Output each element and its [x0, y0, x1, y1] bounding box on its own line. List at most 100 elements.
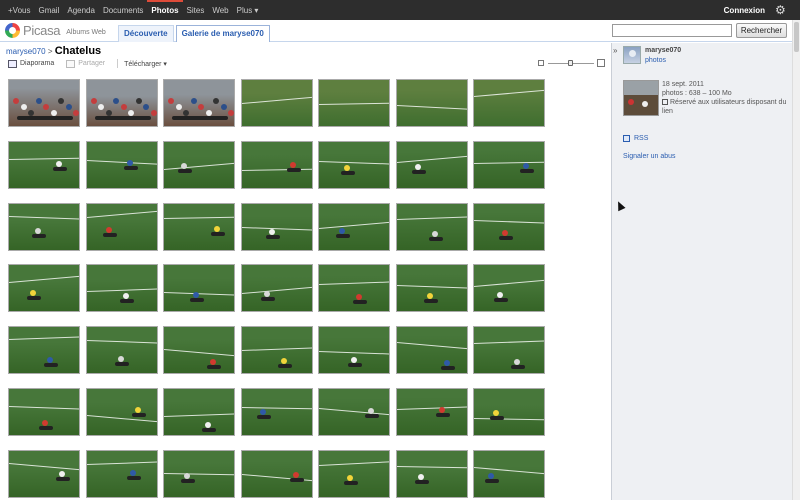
slideshow-icon: [8, 59, 17, 68]
photo-thumbnail[interactable]: [318, 202, 390, 251]
rss-icon: [623, 135, 630, 142]
photo-thumbnail[interactable]: [85, 202, 158, 251]
download-menu[interactable]: Télécharger ▾: [124, 60, 167, 68]
album-access-text: Réservé aux utilisateurs disposant du li…: [662, 99, 787, 115]
photo-thumbnail[interactable]: [395, 326, 468, 375]
photo-thumbnail[interactable]: [85, 388, 158, 436]
breadcrumb-owner-link[interactable]: maryse070: [6, 47, 46, 56]
scrollbar-thumb[interactable]: [794, 22, 799, 52]
photo-thumbnail[interactable]: [318, 264, 390, 313]
photo-thumbnail[interactable]: [473, 449, 545, 498]
logo-text: Picasa: [23, 23, 61, 38]
photo-thumbnail[interactable]: [163, 326, 235, 375]
photo-thumbnail[interactable]: [8, 140, 80, 189]
picasa-logo[interactable]: Picasa Albums Web: [5, 23, 106, 38]
photo-thumbnail[interactable]: [318, 140, 390, 189]
photo-thumbnail[interactable]: [473, 388, 545, 436]
search-input[interactable]: [612, 24, 732, 37]
owner-name[interactable]: maryse070: [645, 47, 681, 54]
topnav-item-1[interactable]: Gmail: [34, 0, 63, 20]
small-thumbnail-icon[interactable]: [538, 60, 544, 66]
photo-thumbnail[interactable]: [395, 449, 468, 498]
album-date: 18 sept. 2011: [662, 81, 704, 88]
topnav-item-7[interactable]: Plus ▾: [233, 0, 263, 20]
photo-thumbnail[interactable]: [240, 326, 313, 375]
album-stats: photos : 638 – 100 Mo: [662, 90, 732, 97]
album-meta: 18 sept. 2011 photos : 638 – 100 Mo Rése…: [662, 80, 792, 116]
photo-thumbnail[interactable]: [395, 388, 468, 436]
topnav-item-4[interactable]: Photos: [147, 0, 183, 20]
toolbar-divider: [117, 59, 119, 68]
owner-photos-link[interactable]: photos: [645, 57, 666, 64]
photo-thumbnail[interactable]: [85, 449, 158, 498]
topnav-item-6[interactable]: Web: [208, 0, 232, 20]
photo-thumbnail[interactable]: [473, 140, 545, 189]
photo-thumbnail[interactable]: [318, 326, 390, 375]
share-label: Partager: [78, 60, 106, 67]
photo-thumbnail[interactable]: [85, 326, 158, 375]
breadcrumb-separator: >: [47, 47, 53, 56]
photo-thumbnail[interactable]: [240, 264, 313, 313]
topbar-nav: +Vous Gmail Agenda Documents Photos Sites Web P…: [0, 0, 262, 20]
photo-thumbnail[interactable]: [240, 388, 313, 436]
header-tabs: Découverte Galerie de maryse070: [118, 25, 272, 42]
album-cover: [623, 80, 659, 116]
photo-thumbnail[interactable]: [8, 202, 80, 251]
photo-thumbnail[interactable]: [163, 202, 235, 251]
photo-thumbnail[interactable]: [240, 449, 313, 498]
photo-thumbnail[interactable]: [240, 79, 313, 127]
photo-thumbnail[interactable]: [473, 79, 545, 127]
slideshow-button[interactable]: Diaporama: [8, 59, 54, 68]
photo-thumbnail[interactable]: [85, 264, 158, 313]
share-button[interactable]: Partager: [66, 59, 106, 68]
topnav-item-5[interactable]: Sites: [183, 0, 209, 20]
photo-thumbnail[interactable]: [85, 79, 158, 127]
slider-handle[interactable]: [568, 60, 573, 66]
photo-thumbnail[interactable]: [163, 79, 235, 127]
avatar[interactable]: [623, 46, 641, 64]
album-access: Réservé aux utilisateurs disposant du li…: [662, 98, 792, 116]
photo-thumbnail[interactable]: [473, 264, 545, 313]
download-label: Télécharger ▾: [124, 60, 167, 68]
tab-gallery[interactable]: Galerie de maryse070: [175, 25, 270, 42]
photo-thumbnail[interactable]: [240, 140, 313, 189]
photo-thumbnail[interactable]: [473, 202, 545, 251]
album-toolbar: Diaporama Partager Télécharger ▾: [8, 59, 179, 68]
photo-thumbnail[interactable]: [8, 449, 80, 498]
photo-thumbnail[interactable]: [8, 79, 80, 127]
photo-thumbnail[interactable]: [8, 326, 80, 375]
report-abuse-link[interactable]: Signaler un abus: [623, 153, 676, 160]
photo-thumbnail[interactable]: [8, 264, 80, 313]
thumbnail-size-slider[interactable]: [538, 59, 606, 67]
photo-thumbnail[interactable]: [318, 79, 390, 127]
google-topbar: +Vous Gmail Agenda Documents Photos Sites Web P…: [0, 0, 800, 20]
gear-icon[interactable]: ⚙: [775, 4, 786, 16]
rss-link[interactable]: RSS: [623, 135, 648, 142]
collapse-pane-icon[interactable]: »: [613, 46, 617, 55]
photo-thumbnail[interactable]: [8, 388, 80, 436]
logo-subtitle: Albums Web: [66, 29, 106, 36]
photo-thumbnail[interactable]: [318, 449, 390, 498]
photo-thumbnail[interactable]: [473, 326, 545, 375]
photo-thumbnail[interactable]: [163, 264, 235, 313]
photo-thumbnail[interactable]: [163, 449, 235, 498]
page-scrollbar[interactable]: [792, 20, 800, 500]
photo-thumbnail[interactable]: [395, 79, 468, 127]
topnav-item-3[interactable]: Documents: [99, 0, 147, 20]
photo-thumbnail[interactable]: [240, 202, 313, 251]
sign-in-link[interactable]: Connexion: [724, 6, 765, 15]
tab-discovery[interactable]: Découverte: [118, 25, 174, 42]
search-button[interactable]: Rechercher: [736, 23, 787, 38]
photo-thumbnail[interactable]: [395, 264, 468, 313]
photo-thumbnail[interactable]: [318, 388, 390, 436]
photo-thumbnail[interactable]: [395, 202, 468, 251]
breadcrumb: maryse070 > Chatelus: [6, 45, 101, 57]
photo-thumbnail[interactable]: [395, 140, 468, 189]
topnav-item-0[interactable]: +Vous: [4, 0, 34, 20]
topnav-item-2[interactable]: Agenda: [63, 0, 99, 20]
photo-thumbnail[interactable]: [163, 140, 235, 189]
picasa-logo-icon: [5, 23, 20, 38]
photo-thumbnail[interactable]: [163, 388, 235, 436]
photo-thumbnail[interactable]: [85, 140, 158, 189]
large-thumbnail-icon[interactable]: [597, 59, 605, 67]
